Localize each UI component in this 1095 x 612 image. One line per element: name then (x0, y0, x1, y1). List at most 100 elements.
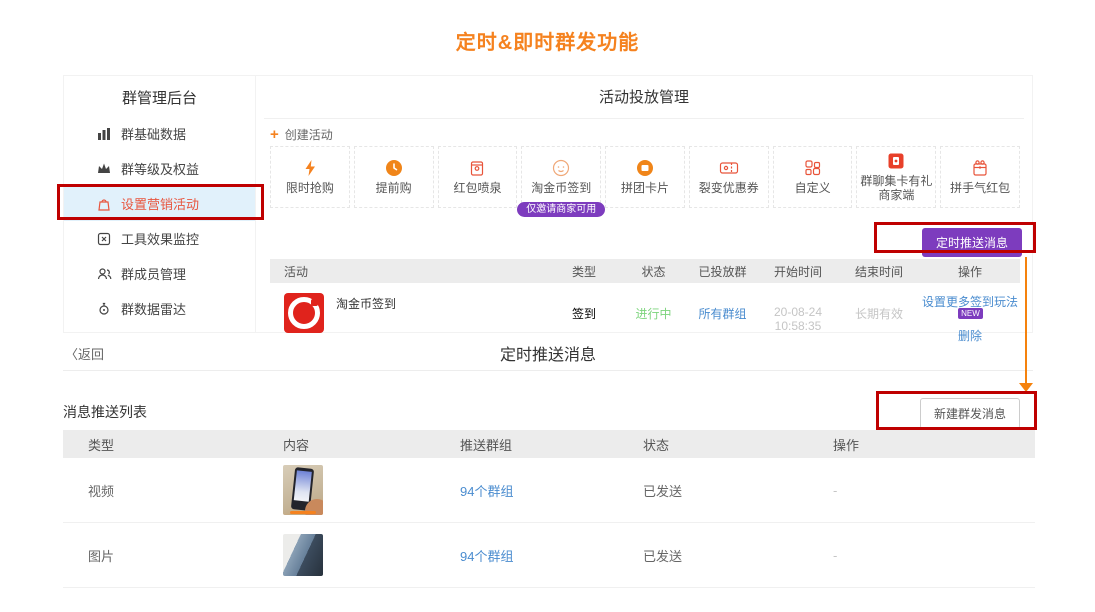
sidebar-item-label: 群基础数据 (121, 124, 186, 143)
gold-coin-icon (552, 159, 570, 177)
radar-icon (96, 301, 112, 317)
activity-name: 淘金币签到 (336, 295, 396, 312)
invite-only-badge: 仅邀请商家可用 (517, 202, 605, 218)
message-type: 图片 (63, 546, 283, 565)
plus-icon: + (270, 129, 279, 141)
activity-type-tiles: 限时抢购 提前购 红包喷泉 (270, 146, 1020, 208)
timed-push-message-button[interactable]: 定时推送消息 (922, 228, 1022, 257)
tile-gold-coin-signin[interactable]: 淘金币签到 仅邀请商家可用 (521, 146, 601, 208)
tile-label: 拼手气红包 (950, 182, 1010, 196)
deployed-groups-link[interactable]: 所有群组 (687, 305, 758, 322)
col-header-groups: 已投放群 (687, 263, 758, 280)
sidebar-item-label: 群等级及权益 (121, 159, 199, 178)
col-header-push-groups: 推送群组 (460, 435, 643, 454)
col-header-type: 类型 (548, 263, 620, 280)
tile-card-collect-merchant[interactable]: 群聊集卡有礼商家端 (856, 146, 936, 208)
crown-icon (96, 161, 112, 177)
tile-label: 提前购 (376, 182, 412, 196)
tile-label: 拼团卡片 (621, 182, 669, 196)
message-status: 已发送 (643, 481, 833, 500)
tile-advance-buy[interactable]: 提前购 (354, 146, 434, 208)
flash-icon (302, 159, 318, 177)
push-table-header: 类型 内容 推送群组 状态 操作 (63, 430, 1035, 458)
col-header-actions: 操作 (920, 263, 1020, 280)
col-header-end-time: 结束时间 (838, 263, 920, 280)
col-header-type: 类型 (63, 435, 283, 454)
activity-panel-title: 活动投放管理 (256, 76, 1032, 107)
col-header-activity: 活动 (270, 263, 548, 280)
page: 定时&即时群发功能 群管理后台 群基础数据 群等级及权益 设置营销活动 (0, 0, 1095, 612)
push-groups-link[interactable]: 94个群组 (460, 484, 513, 499)
tile-label: 淘金币签到 (531, 182, 591, 196)
create-activity-button[interactable]: + 创建活动 (270, 126, 1032, 143)
coupon-icon (719, 159, 739, 177)
activity-table-header: 活动 类型 状态 已投放群 开始时间 结束时间 操作 (270, 259, 1020, 283)
bar-chart-icon (96, 126, 112, 142)
more-signin-play-link[interactable]: 设置更多签到玩法 (922, 295, 1018, 309)
col-header-status: 状态 (643, 435, 833, 454)
tile-label: 红包喷泉 (453, 182, 501, 196)
monitor-icon (96, 231, 112, 247)
custom-grid-icon (804, 159, 822, 177)
sidebar-item-group-level[interactable]: 群等级及权益 (64, 151, 255, 186)
message-action: - (833, 483, 1035, 498)
lucky-packet-icon (971, 159, 989, 177)
divider (264, 118, 1024, 119)
message-action: - (833, 548, 1035, 563)
push-message-table: 类型 内容 推送群组 状态 操作 视频 94个群组 已发送 - 图片 94个群组… (63, 430, 1035, 588)
sidebar-item-label: 工具效果监控 (121, 229, 199, 248)
col-header-content: 内容 (283, 435, 460, 454)
activity-content: 活动投放管理 + 创建活动 限时抢购 提前购 (256, 76, 1032, 332)
table-row: 图片 94个群组 已发送 - (63, 523, 1035, 588)
col-header-actions: 操作 (833, 435, 1035, 454)
sidebar-item-label: 群成员管理 (121, 264, 186, 283)
start-time: 20-08-24 10:58:35 (758, 305, 838, 333)
gold-coin-app-icon (284, 293, 324, 333)
tile-label: 限时抢购 (286, 182, 334, 196)
message-list-title: 消息推送列表 (63, 402, 147, 422)
push-groups-link[interactable]: 94个群组 (460, 549, 513, 564)
sidebar-item-label: 设置营销活动 (121, 194, 199, 213)
phone-video-thumbnail[interactable] (283, 465, 323, 515)
tile-lucky-red-packet[interactable]: 拼手气红包 (940, 146, 1020, 208)
sidebar-item-group-data[interactable]: 群基础数据 (64, 116, 255, 151)
sidebar-item-member-manage[interactable]: 群成员管理 (64, 256, 255, 291)
tile-label: 自定义 (795, 182, 831, 196)
table-row: 视频 94个群组 已发送 - (63, 458, 1035, 523)
annotation-arrow-head-icon (1019, 383, 1033, 392)
col-header-start-time: 开始时间 (758, 263, 838, 280)
sidebar-title: 群管理后台 (64, 76, 255, 116)
card-collect-icon (887, 152, 905, 170)
new-badge: NEW (958, 308, 983, 319)
tile-label: 群聊集卡有礼商家端 (859, 175, 933, 203)
activity-type: 签到 (548, 305, 620, 322)
red-packet-fountain-icon (469, 159, 485, 177)
message-status: 已发送 (643, 546, 833, 565)
tile-fission-coupon[interactable]: 裂变优惠券 (689, 146, 769, 208)
message-type: 视频 (63, 481, 283, 500)
sidebar-item-tool-monitor[interactable]: 工具效果监控 (64, 221, 255, 256)
col-header-status: 状态 (620, 263, 687, 280)
push-section-title: 定时推送消息 (63, 341, 1033, 365)
page-title: 定时&即时群发功能 (0, 0, 1095, 55)
end-time: 长期有效 (838, 305, 920, 322)
tile-flash-sale[interactable]: 限时抢购 (270, 146, 350, 208)
sidebar-item-label: 群数据雷达 (121, 299, 186, 318)
push-section-header: 〈返回 定时推送消息 (63, 333, 1033, 371)
main-panel: 群管理后台 群基础数据 群等级及权益 设置营销活动 (63, 75, 1033, 333)
sidebar: 群管理后台 群基础数据 群等级及权益 设置营销活动 (64, 76, 256, 332)
tile-label: 裂变优惠券 (699, 182, 759, 196)
sidebar-item-data-radar[interactable]: 群数据雷达 (64, 291, 255, 326)
tile-group-buy-card[interactable]: 拼团卡片 (605, 146, 685, 208)
create-activity-label: 创建活动 (285, 126, 333, 143)
building-photo-thumbnail[interactable] (283, 534, 323, 576)
sidebar-item-marketing-activity[interactable]: 设置营销活动 (64, 186, 255, 221)
shopping-bag-icon (96, 196, 112, 212)
new-broadcast-message-button[interactable]: 新建群发消息 (920, 398, 1020, 429)
activity-status: 进行中 (620, 305, 687, 322)
tile-custom[interactable]: 自定义 (773, 146, 853, 208)
members-icon (96, 266, 112, 282)
group-buy-icon (636, 159, 654, 177)
clock-icon (385, 159, 403, 177)
tile-red-packet-fountain[interactable]: 红包喷泉 (438, 146, 518, 208)
